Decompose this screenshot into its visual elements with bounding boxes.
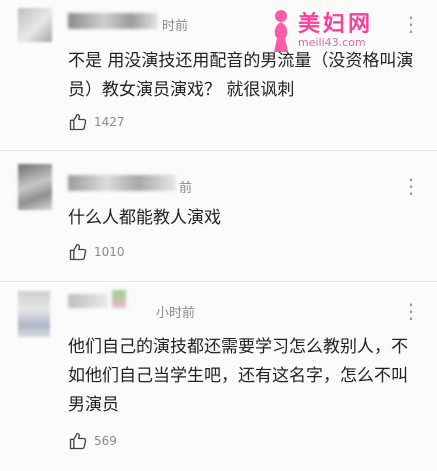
thumb-up-icon [69, 432, 87, 450]
avatar[interactable] [18, 291, 50, 337]
username-redacted [68, 294, 108, 308]
thumb-up-icon [69, 243, 87, 261]
more-dots-icon[interactable]: ⋮ [401, 14, 422, 34]
like-button[interactable]: 1427 [68, 112, 125, 132]
avatar[interactable] [18, 8, 52, 42]
like-button[interactable]: 1010 [68, 242, 125, 262]
like-count: 1427 [94, 115, 125, 129]
comment-item-3: 小时前 ⋮ 他们自己的演技都还需要学习怎么教别人，不如他们自己当学生吧，还有这名… [0, 282, 437, 471]
comment-item-2: 前 ⋮ 什么人都能教人演戏 1010 [0, 151, 437, 281]
badge-redacted [112, 290, 126, 308]
thumb-up-icon [69, 113, 87, 131]
comment-text: 他们自己的演技都还需要学习怎么教别人，不如他们自己当学生吧，还有这名字，怎么不叫… [68, 337, 408, 415]
comment-time: 前 [179, 181, 193, 196]
avatar[interactable] [18, 164, 52, 210]
comment-time: 时前 [162, 19, 189, 34]
like-count: 1010 [94, 245, 125, 259]
more-dots-icon[interactable]: ⋮ [401, 176, 422, 196]
comment-time: 小时前 [156, 306, 196, 321]
comment-item-1: 时前 ⋮ 不是 用没演技还用配音的男流量（没资格叫演员）教女演员演戏？ 就很讽刺… [0, 0, 437, 148]
username-redacted [68, 175, 176, 191]
comment-text: 不是 用没演技还用配音的男流量（没资格叫演员）教女演员演戏？ 就很讽刺 [68, 51, 414, 100]
like-count: 569 [94, 434, 117, 448]
username-redacted [68, 13, 158, 29]
more-dots-icon[interactable]: ⋮ [401, 301, 422, 321]
comment-text: 什么人都能教人演戏 [68, 208, 221, 228]
like-button[interactable]: 569 [68, 431, 117, 451]
